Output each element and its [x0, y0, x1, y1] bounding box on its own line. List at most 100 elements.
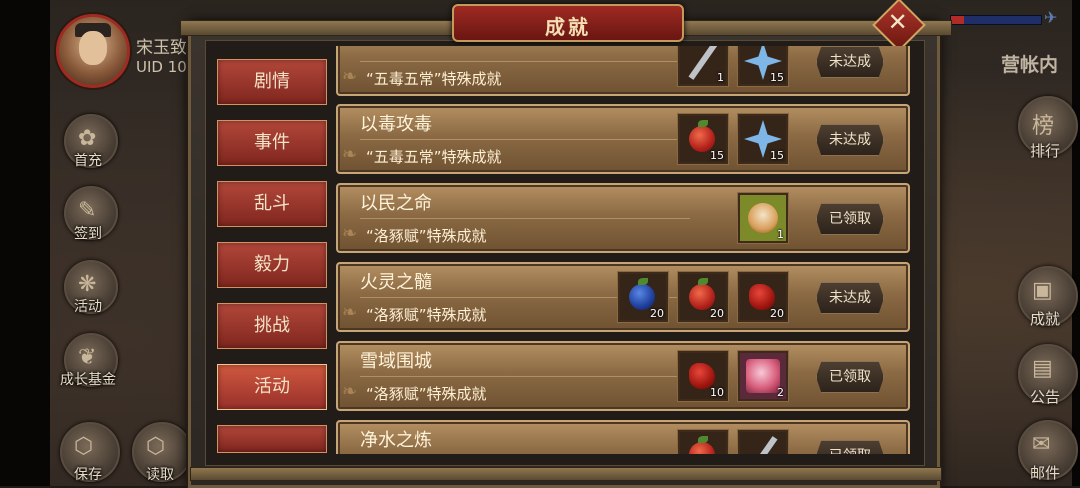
player-avatar[interactable]: [56, 14, 130, 88]
reward-item[interactable]: 20: [618, 272, 668, 322]
status-label: 已领取: [829, 369, 871, 385]
category-perseverance[interactable]: 毅力: [217, 242, 327, 288]
achievement-row: 雪域围城 ❧ “洛豩赋”特殊成就 10 2 已领取: [336, 341, 910, 411]
status-button[interactable]: 已领取: [816, 203, 884, 235]
achievement-name: 净水之炼: [360, 430, 432, 451]
leaf-icon: [698, 278, 708, 285]
red-fruit-icon: [689, 442, 715, 454]
ornament-icon: ❧: [342, 144, 358, 165]
left-black-bar: [0, 0, 50, 486]
category-label: 毅力: [254, 254, 290, 275]
achievement-desc: “五毒五常”特殊成就: [366, 148, 502, 166]
achievement-row: 以毒攻毒 ❧ “五毒五常”特殊成就 15 15 未达成: [336, 104, 910, 174]
achievement-row: ❧ “五毒五常”特殊成就 1 15 未达成: [336, 46, 910, 96]
close-x-icon: ✕: [887, 8, 908, 37]
achievement-desc: “洛豩赋”特殊成就: [366, 306, 487, 324]
gift-icon: ✿: [78, 126, 97, 151]
reward-item[interactable]: [678, 430, 728, 454]
category-label: 事件: [254, 132, 290, 153]
row-divider: [360, 139, 690, 140]
category-story[interactable]: 剧情: [217, 59, 327, 105]
reward-item[interactable]: 20: [678, 272, 728, 322]
category-activity[interactable]: 活动: [217, 364, 327, 410]
title-banner: 成就: [452, 4, 684, 42]
reward-qty: 15: [770, 149, 784, 162]
growth-fund-label: 成长基金: [60, 372, 116, 388]
status-button[interactable]: 未达成: [816, 282, 884, 314]
row-divider: [360, 376, 690, 377]
reward-qty: 2: [777, 386, 784, 399]
category-label: 挑战: [254, 315, 290, 336]
save-label: 保存: [74, 467, 102, 483]
reward-qty: 20: [710, 307, 724, 320]
energy-bar: [950, 15, 1042, 25]
reward-item[interactable]: 15: [678, 114, 728, 164]
doll-icon: [748, 203, 778, 233]
reward-qty: 20: [650, 307, 664, 320]
achievement-list[interactable]: ❧ “五毒五常”特殊成就 1 15 未达成 以毒攻毒 ❧ “五毒五常”特殊成就 …: [336, 46, 910, 454]
reward-qty: 10: [710, 386, 724, 399]
reward-qty: 20: [770, 307, 784, 320]
reward-item[interactable]: 15: [738, 114, 788, 164]
reward-item[interactable]: 10: [678, 351, 728, 401]
reward-item[interactable]: 2: [738, 351, 788, 401]
ornament-icon: ❧: [342, 381, 358, 402]
sign-in-label: 签到: [74, 226, 102, 242]
status-button[interactable]: 未达成: [816, 46, 884, 78]
status-label: 未达成: [829, 132, 871, 148]
load-icon: ⬡: [146, 434, 166, 459]
notice-label: 公告: [1030, 388, 1061, 406]
save-icon: ⬡: [74, 434, 94, 459]
event-icon: ❋: [78, 272, 97, 297]
mail-icon: ✉: [1032, 432, 1051, 457]
panel-bottom-bar: [190, 467, 942, 481]
row-divider: [360, 218, 690, 219]
load-label: 读取: [146, 467, 174, 483]
ranking-icon: 榜: [1032, 114, 1055, 139]
achievement-name: 火灵之髓: [360, 272, 432, 293]
reward-item[interactable]: 15: [738, 46, 788, 86]
category-challenge[interactable]: 挑战: [217, 303, 327, 349]
reward-item[interactable]: 20: [738, 272, 788, 322]
reward-qty: 15: [710, 149, 724, 162]
achievement-row: 火灵之髓 ❧ “洛豩赋”特殊成就 20 20 20 未达成: [336, 262, 910, 332]
notice-icon: ▤: [1032, 356, 1053, 381]
category-brawl[interactable]: 乱斗: [217, 181, 327, 227]
panel-title: 成就: [545, 15, 591, 39]
sword-icon: [748, 436, 778, 454]
achievement-side-label: 成就: [1030, 310, 1061, 328]
reward-item[interactable]: [738, 430, 788, 454]
ornament-icon: ❧: [342, 66, 358, 87]
category-label: 剧情: [254, 71, 290, 92]
achievement-name: 雪域围城: [360, 351, 432, 372]
fund-icon: ❦: [78, 345, 97, 370]
reward-qty: 1: [777, 228, 784, 241]
reward-item[interactable]: 1: [738, 193, 788, 243]
status-button[interactable]: 未达成: [816, 124, 884, 156]
achievement-row: 净水之炼 ❧ 已领取: [336, 420, 910, 454]
energy-fill: [951, 16, 964, 24]
status-button[interactable]: 已领取: [816, 361, 884, 393]
event-label: 活动: [74, 299, 102, 315]
reward-qty: 1: [717, 71, 724, 84]
status-label: 已领取: [817, 441, 883, 454]
category-more[interactable]: [217, 425, 327, 453]
sword-icon: [688, 46, 718, 80]
location-label: 营帐内: [1000, 54, 1058, 76]
leaf-icon: [698, 436, 708, 443]
sign-in-icon: ✎: [78, 198, 97, 223]
row-divider: [360, 61, 690, 62]
achievement-row: 以民之命 ❧ “洛豩赋”特殊成就 1 已领取: [336, 183, 910, 253]
category-event[interactable]: 事件: [217, 120, 327, 166]
achievement-desc: “洛豩赋”特殊成就: [366, 385, 487, 403]
status-button[interactable]: 已领取: [816, 440, 884, 454]
reward-qty: 15: [770, 71, 784, 84]
leaf-icon: [638, 278, 648, 285]
player-name: 宋玉致: [136, 38, 187, 58]
mail-label: 邮件: [1030, 464, 1061, 482]
ranking-label: 排行: [1030, 142, 1061, 160]
right-black-bar: [1072, 0, 1080, 486]
reward-item[interactable]: 1: [678, 46, 728, 86]
ornament-icon: ❧: [342, 302, 358, 323]
achievement-name: 以毒攻毒: [360, 114, 432, 135]
